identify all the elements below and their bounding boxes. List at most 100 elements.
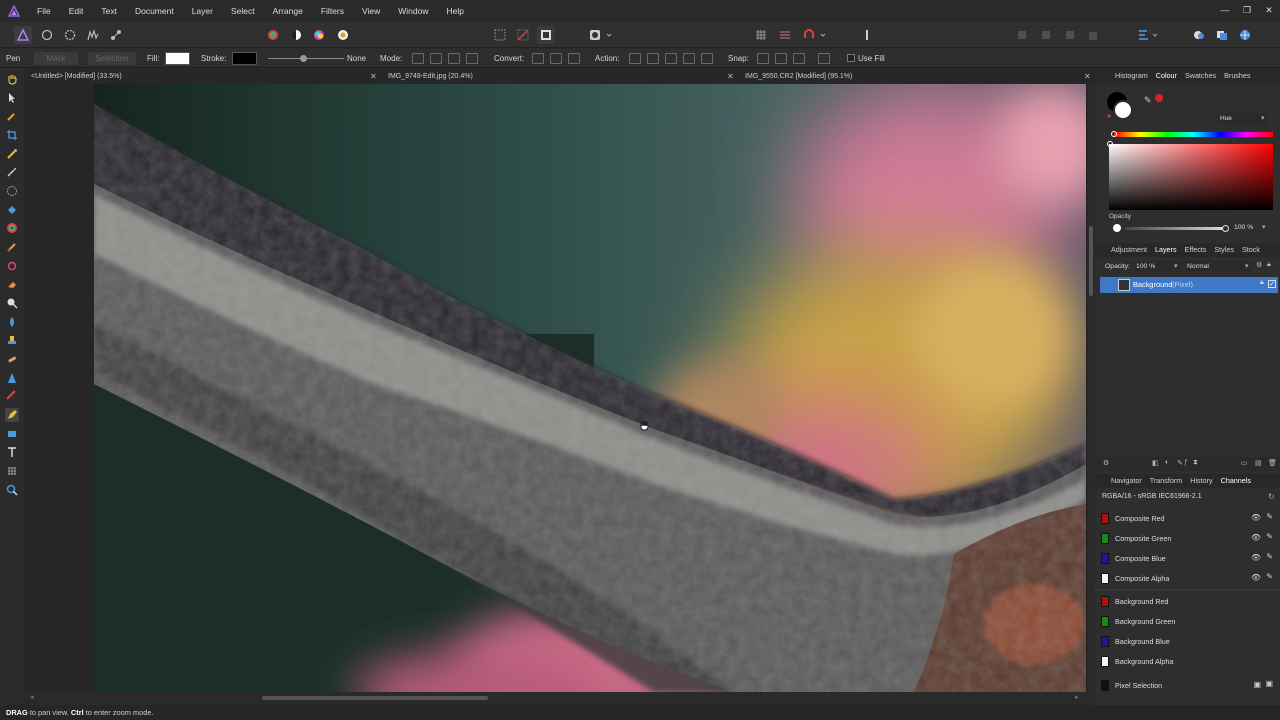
photo-canvas[interactable] xyxy=(94,84,1086,692)
channel-row-composite-2[interactable]: Composite Blue 👁︎ ✎ xyxy=(1101,549,1275,567)
edit-channel-icon[interactable]: ✎ xyxy=(1266,572,1273,581)
magnet-snap-icon[interactable] xyxy=(800,26,818,44)
invert-selection-icon[interactable] xyxy=(537,26,555,44)
add-layer-icon[interactable]: ▤ xyxy=(1255,459,1262,467)
menu-document[interactable]: Document xyxy=(126,0,183,22)
channel-row-background-1[interactable]: Background Green xyxy=(1101,612,1275,630)
move-tool-icon[interactable] xyxy=(5,91,19,105)
menu-layer[interactable]: Layer xyxy=(183,0,222,22)
use-fill-checkbox[interactable] xyxy=(847,54,855,62)
pen-mode-icon[interactable] xyxy=(412,53,424,64)
mesh-warp-tool-icon[interactable] xyxy=(5,464,19,478)
blend-mode-select[interactable]: Normal xyxy=(1185,261,1251,272)
chevron-down-icon[interactable]: ▾ xyxy=(1262,223,1266,231)
layer-row-background[interactable]: Background (Pixel) 🔒︎ ✓ xyxy=(1100,277,1278,293)
colour-picker-handle[interactable] xyxy=(1107,141,1113,147)
auto-levels-icon[interactable] xyxy=(264,26,282,44)
menu-view[interactable]: View xyxy=(353,0,389,22)
close-curve-icon[interactable] xyxy=(647,53,659,64)
develop-persona-icon[interactable] xyxy=(61,26,79,44)
tab-styles[interactable]: Styles xyxy=(1210,243,1238,257)
chevron-down-icon[interactable] xyxy=(604,26,614,44)
live-filter-icon[interactable]: ⧗ xyxy=(1193,459,1198,467)
mask-layer-icon[interactable]: ◧ xyxy=(1152,459,1159,467)
pen-tool-icon[interactable] xyxy=(5,408,19,422)
close-tab-icon[interactable]: ✕ xyxy=(1084,69,1091,84)
arrange-front-icon[interactable] xyxy=(1083,26,1101,44)
tab-transform[interactable]: Transform xyxy=(1146,474,1186,488)
hue-slider[interactable] xyxy=(1114,132,1273,137)
eye-icon[interactable]: 👁︎ xyxy=(1251,573,1261,582)
chevron-down-icon[interactable] xyxy=(818,26,828,44)
text-tool-icon[interactable] xyxy=(5,445,19,459)
dodge-brush-tool-icon[interactable] xyxy=(5,296,19,310)
quick-mask-icon[interactable] xyxy=(586,26,604,44)
smooth-curve-icon[interactable] xyxy=(665,53,677,64)
edit-channel-icon[interactable]: ✎ xyxy=(1266,532,1273,541)
vertical-scroll-thumb[interactable] xyxy=(1089,226,1093,296)
lock-icon[interactable]: 🔒︎ xyxy=(1260,279,1264,287)
assistant-icon[interactable] xyxy=(1190,26,1208,44)
color-picker-tool-icon[interactable] xyxy=(5,109,19,123)
channel-row-pixel-selection[interactable]: Pixel Selection ▣ ▣ xyxy=(1101,676,1275,694)
tab-img-9749[interactable]: IMG_9749-Edit.jpg (20.4%) xyxy=(388,69,473,84)
close-window-button[interactable]: ✕ xyxy=(1258,0,1280,22)
export-persona-icon[interactable] xyxy=(107,26,125,44)
convert-smart-icon[interactable] xyxy=(568,53,580,64)
view-hand-tool-icon[interactable] xyxy=(5,72,19,86)
horizontal-scrollbar[interactable]: ◂ ▸ xyxy=(24,692,1087,704)
marquee-tool-icon[interactable] xyxy=(5,184,19,198)
channel-row-background-0[interactable]: Background Red xyxy=(1101,592,1275,610)
stroke-swatch[interactable] xyxy=(232,52,257,65)
hue-handle[interactable] xyxy=(1111,131,1117,137)
join-curves-icon[interactable] xyxy=(683,53,695,64)
tab-swatches[interactable]: Swatches xyxy=(1181,69,1220,83)
chevron-down-icon[interactable]: ▾ xyxy=(1261,113,1265,124)
edit-channel-icon[interactable]: ✎ xyxy=(1266,512,1273,521)
rectangle-tool-icon[interactable] xyxy=(5,427,19,441)
gradient-tool-icon[interactable] xyxy=(5,221,19,235)
vertical-scrollbar[interactable] xyxy=(1087,84,1095,692)
auto-white-balance-icon[interactable] xyxy=(334,26,352,44)
menu-edit[interactable]: Edit xyxy=(60,0,93,22)
reverse-curves-icon[interactable] xyxy=(701,53,713,64)
layer-settings-icon[interactable]: ⚙ xyxy=(1103,459,1109,467)
load-selection-icon[interactable]: ▣ xyxy=(1265,679,1273,688)
marquee-select-icon[interactable] xyxy=(491,26,509,44)
gear-icon[interactable]: ⚙ xyxy=(1256,261,1262,269)
swap-colours-icon[interactable]: ● xyxy=(1107,113,1111,120)
tab-brushes[interactable]: Brushes xyxy=(1220,69,1254,83)
arrange-forward-icon[interactable] xyxy=(1060,26,1078,44)
primary-colour-swatch[interactable] xyxy=(1113,100,1133,120)
align-icon[interactable] xyxy=(858,26,876,44)
flood-select-tool-icon[interactable] xyxy=(5,165,19,179)
menu-arrange[interactable]: Arrange xyxy=(264,0,312,22)
opacity-slider[interactable] xyxy=(1125,227,1225,230)
deselect-icon[interactable] xyxy=(514,26,532,44)
channel-row-composite-3[interactable]: Composite Alpha 👁︎ ✎ xyxy=(1101,569,1275,587)
fx-icon[interactable]: ƒ xyxy=(1184,459,1188,466)
colour-picker-icon[interactable]: ✎ xyxy=(1144,95,1152,106)
channel-row-composite-1[interactable]: Composite Green 👁︎ ✎ xyxy=(1101,529,1275,547)
smart-mode-icon[interactable] xyxy=(430,53,442,64)
stroke-width-handle[interactable] xyxy=(300,55,307,62)
maximize-button[interactable]: ❐ xyxy=(1236,0,1258,22)
polygon-mode-icon[interactable] xyxy=(448,53,460,64)
refresh-icon[interactable]: ↻ xyxy=(1268,492,1275,501)
eye-icon[interactable]: 👁︎ xyxy=(1251,513,1261,522)
group-layers-icon[interactable]: ▭ xyxy=(1241,459,1248,467)
channel-row-background-2[interactable]: Background Blue xyxy=(1101,632,1275,650)
chevron-down-icon[interactable]: ▾ xyxy=(1174,261,1178,272)
selection-mode-button[interactable]: Selection xyxy=(88,52,136,65)
erase-brush-tool-icon[interactable] xyxy=(5,277,19,291)
tutorials-icon[interactable] xyxy=(1213,26,1231,44)
channel-row-composite-0[interactable]: Composite Red 👁︎ ✎ xyxy=(1101,509,1275,527)
menu-file[interactable]: File xyxy=(28,0,60,22)
line-mode-icon[interactable] xyxy=(466,53,478,64)
paint-brush-tool-icon[interactable] xyxy=(5,240,19,254)
arrange-backward-icon[interactable] xyxy=(1037,26,1055,44)
menu-select[interactable]: Select xyxy=(222,0,264,22)
close-tab-icon[interactable]: ✕ xyxy=(370,69,377,84)
fill-swatch[interactable] xyxy=(165,52,190,65)
healing-brush-tool-icon[interactable] xyxy=(5,352,19,366)
